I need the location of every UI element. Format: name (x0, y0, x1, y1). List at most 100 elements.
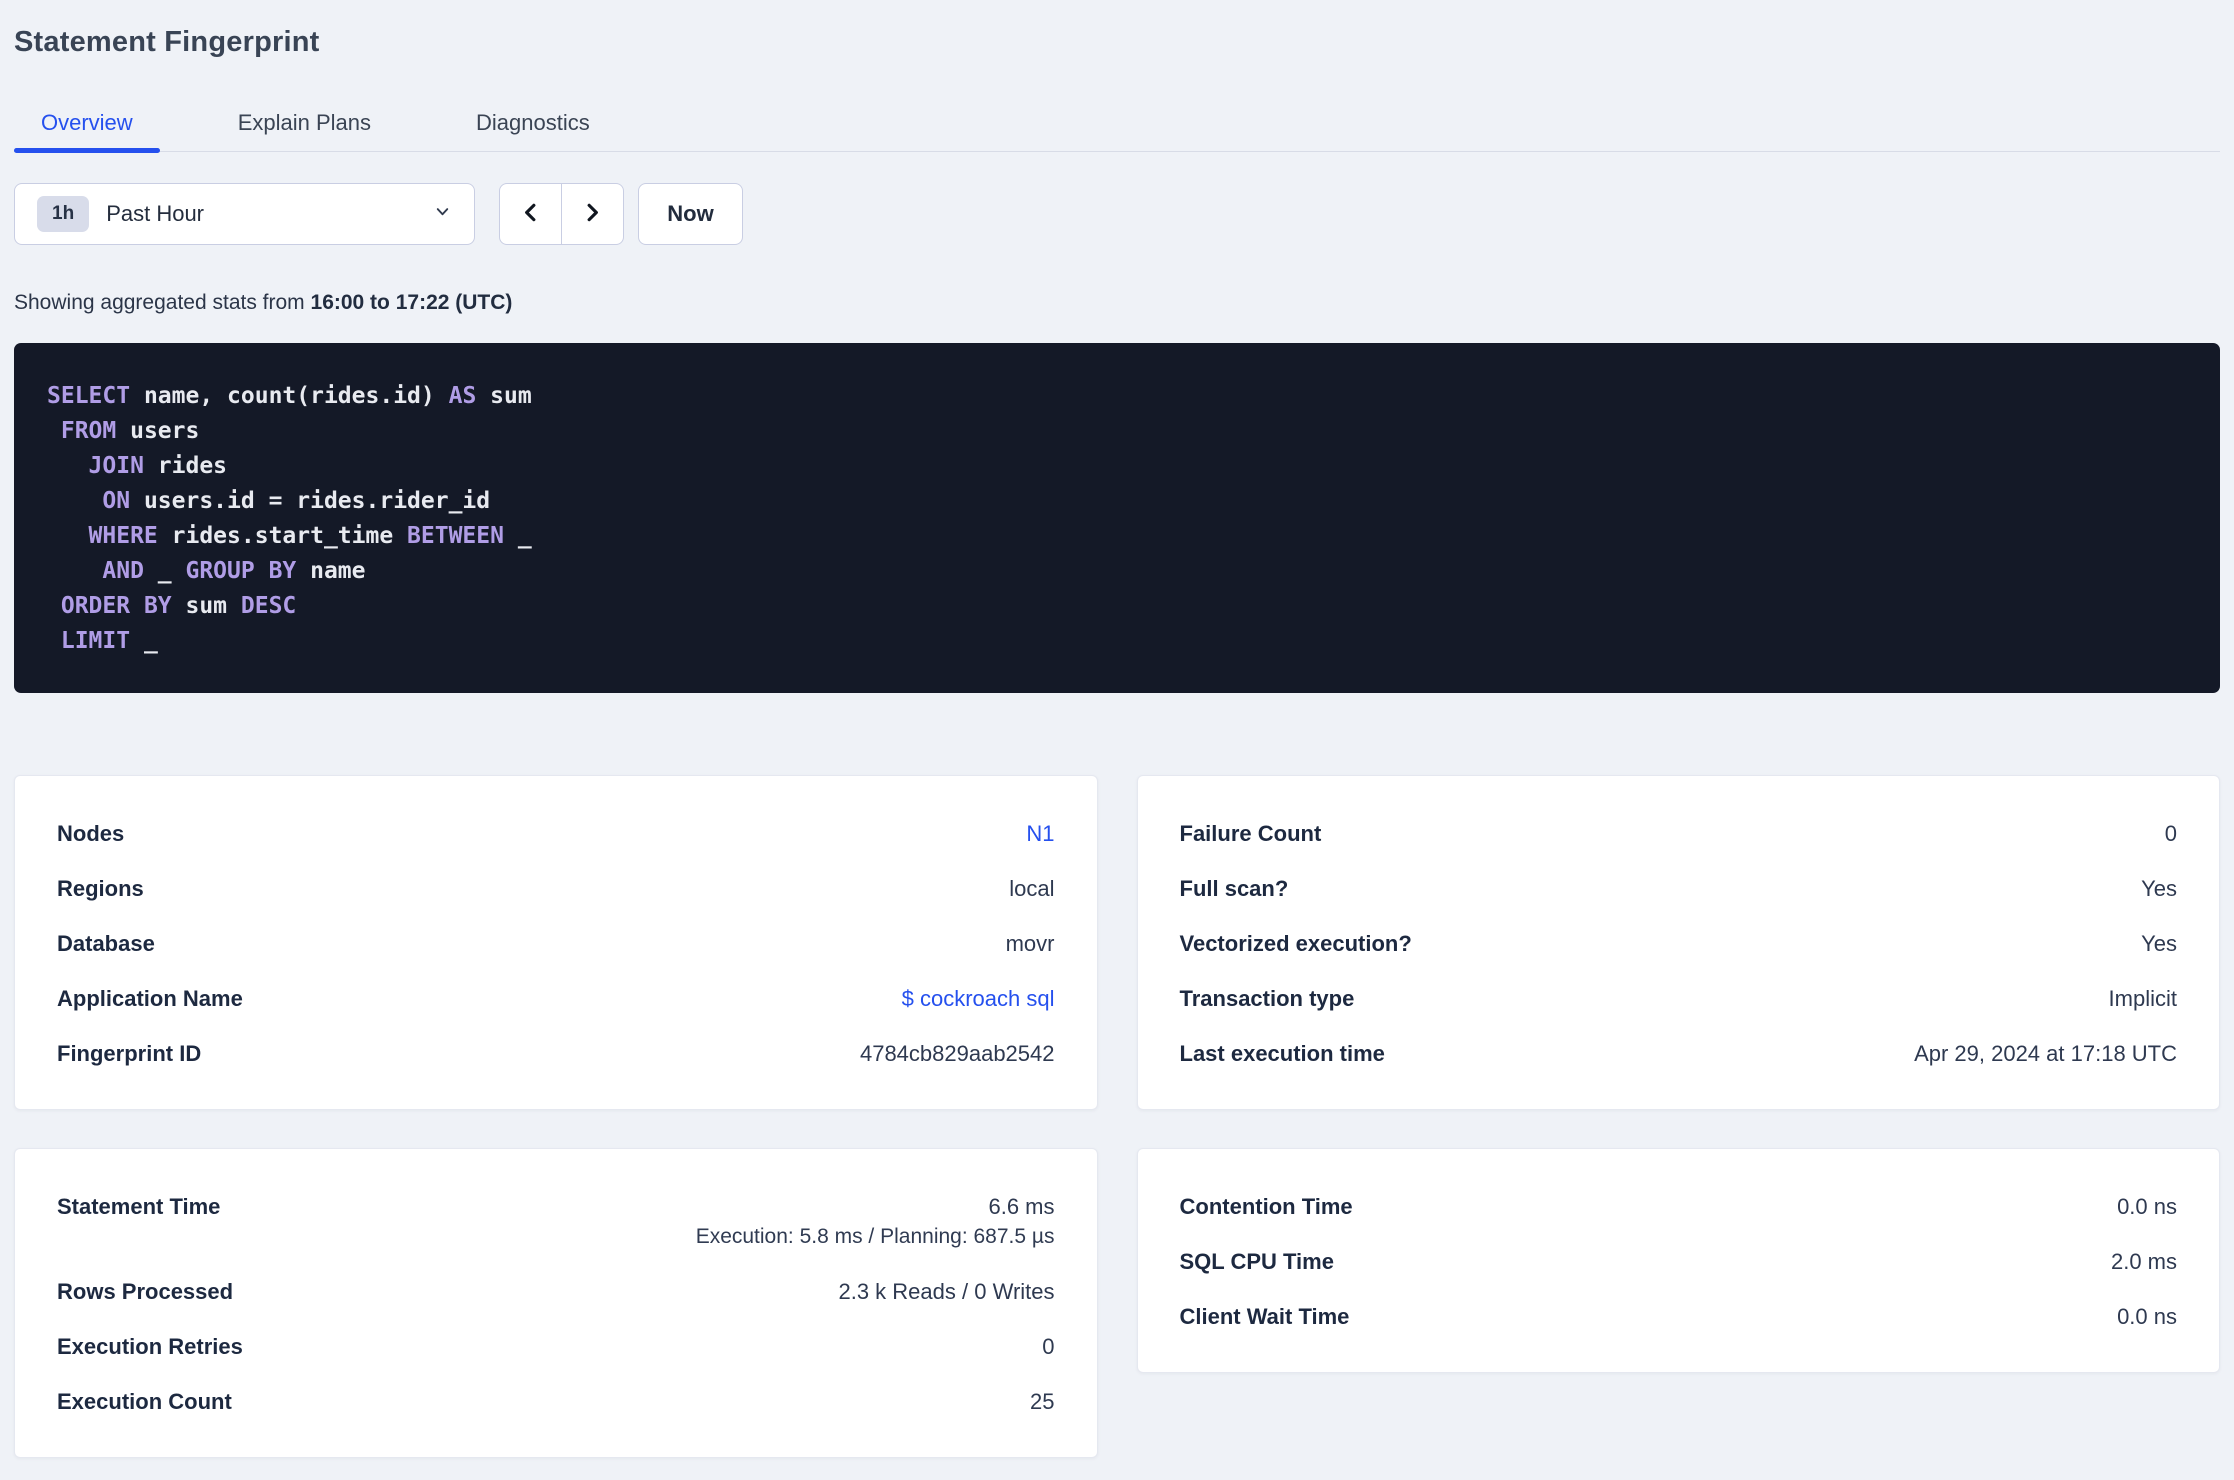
previous-interval-button[interactable] (500, 184, 562, 244)
sql-line: ON users.id = rides.rider_id (47, 484, 2187, 519)
tab-explain-plans[interactable]: Explain Plans (211, 95, 398, 151)
chevron-down-icon (433, 202, 452, 226)
sql-text: name, count(rides.id) (130, 383, 449, 409)
stat-value: 6.6 ms (988, 1194, 1055, 1219)
stat-value-link[interactable]: N1 (1026, 822, 1054, 845)
stat-label: Last execution time (1179, 1041, 1385, 1066)
stat-row: Failure Count 0 (1180, 822, 2178, 845)
stat-row: Application Name $ cockroach sql (57, 987, 1055, 1010)
stat-value: Yes (2141, 931, 2177, 956)
sql-keyword: FROM (60, 418, 117, 444)
stat-value: local (1009, 876, 1055, 901)
sql-text: rides.start_time (157, 523, 408, 549)
stat-value: 2.3 k Reads / 0 Writes (838, 1279, 1055, 1304)
sql-keyword: LIMIT (60, 628, 131, 654)
sql-text: _ (143, 558, 186, 584)
wait-times-card: Contention Time 0.0 ns SQL CPU Time 2.0 ms C… (1136, 1148, 2220, 1373)
time-controls: 1h Past Hour Now (14, 183, 2220, 245)
stat-value-group: 0 (1042, 1335, 1054, 1358)
stat-value-group: local (1009, 877, 1054, 900)
stat-row: Database movr (57, 932, 1055, 955)
stats-cards-grid: Nodes N1 Regions local Database movr Applicati… (14, 775, 2220, 1458)
stat-subvalue: Execution: 5.8 ms / Planning: 687.5 µs (695, 1225, 1055, 1248)
stat-row: Full scan? Yes (1180, 877, 2178, 900)
stat-label: Database (57, 931, 155, 956)
stat-value-group: 4784cb829aab2542 (860, 1042, 1055, 1065)
time-range-dropdown[interactable]: 1h Past Hour (14, 183, 475, 245)
interval-badge: 1h (37, 196, 90, 232)
status-prefix: Showing aggregated stats from (14, 291, 311, 314)
tab-bar: Overview Explain Plans Diagnostics (14, 95, 2220, 153)
stat-label: Failure Count (1179, 821, 1322, 846)
sql-text: name (296, 558, 366, 584)
stat-value-group: 2.0 ms (2111, 1250, 2177, 1273)
sql-line: LIMIT _ (47, 624, 2187, 659)
stat-value-group: 6.6 ms Execution: 5.8 ms / Planning: 687.… (696, 1195, 1055, 1248)
stat-label: Execution Count (57, 1389, 232, 1414)
aggregated-stats-status: Showing aggregated stats from 16:00 to 1… (14, 290, 2220, 316)
time-step-button-group (499, 183, 624, 245)
stat-row: Contention Time 0.0 ns (1180, 1195, 2178, 1218)
sql-text: users (116, 418, 200, 444)
stat-row: Execution Retries 0 (57, 1335, 1055, 1358)
sql-text: _ (503, 523, 532, 549)
stat-value-group: N1 (1026, 822, 1054, 845)
stat-value-group: 0 (2165, 822, 2177, 845)
stat-row: SQL CPU Time 2.0 ms (1180, 1250, 2178, 1273)
status-time-range: 16:00 to 17:22 (UTC) (310, 291, 513, 314)
sql-keyword: ORDER BY (60, 593, 172, 619)
time-range-label: Past Hour (106, 201, 205, 226)
sql-keyword: BETWEEN (407, 523, 504, 549)
stat-row: Execution Count 25 (57, 1390, 1055, 1413)
stat-row: Vectorized execution? Yes (1180, 932, 2178, 955)
stat-value-link[interactable]: $ cockroach sql (902, 987, 1055, 1010)
stat-value-group: $ cockroach sql (902, 987, 1055, 1010)
execution-attributes-card: Failure Count 0 Full scan? Yes Vectorized ex… (1136, 775, 2220, 1110)
stat-label: Statement Time (57, 1194, 221, 1219)
stat-row: Last execution time Apr 29, 2024 at 17:18… (1180, 1042, 2178, 1065)
stat-row: Statement Time 6.6 ms Execution: 5.8 ms / … (57, 1195, 1055, 1248)
stat-value: 25 (1030, 1389, 1055, 1414)
stat-value-group: Apr 29, 2024 at 17:18 UTC (1914, 1042, 2177, 1065)
stat-label: Rows Processed (57, 1279, 234, 1304)
stat-value-group: 25 (1030, 1390, 1054, 1413)
stat-value: 0 (2164, 821, 2177, 846)
stat-row: Transaction type Implicit (1180, 987, 2178, 1010)
sql-keyword: JOIN (88, 453, 144, 479)
stat-value-group: 0.0 ns (2117, 1305, 2177, 1328)
tab-overview[interactable]: Overview (14, 95, 160, 153)
sql-line: JOIN rides (47, 449, 2187, 484)
stat-value: 0.0 ns (2117, 1304, 2177, 1329)
stat-label: Nodes (57, 821, 125, 846)
stat-row: Nodes N1 (57, 822, 1055, 845)
sql-text: sum (476, 383, 532, 409)
sql-line: SELECT name, count(rides.id) AS sum (47, 379, 2187, 414)
stat-label: Regions (57, 876, 144, 901)
sql-text: users.id = rides.rider_id (130, 488, 491, 514)
stat-value-group: 0.0 ns (2117, 1195, 2177, 1218)
statement-details-card: Nodes N1 Regions local Database movr Applicati… (14, 775, 1098, 1110)
stat-label: Fingerprint ID (57, 1041, 202, 1066)
statement-fingerprint-page: Statement Fingerprint Overview Explain P… (0, 22, 2234, 1458)
tab-diagnostics[interactable]: Diagnostics (449, 95, 617, 151)
chevron-right-icon (581, 201, 604, 227)
sql-text: _ (130, 628, 158, 654)
sql-line: WHERE rides.start_time BETWEEN _ (47, 519, 2187, 554)
now-button[interactable]: Now (638, 183, 743, 245)
sql-keyword: ON (102, 488, 131, 514)
stat-value: Yes (2141, 876, 2177, 901)
next-interval-button[interactable] (562, 184, 623, 244)
sql-keyword: WHERE (88, 523, 158, 549)
stat-label: Full scan? (1179, 876, 1289, 901)
stat-row: Regions local (57, 877, 1055, 900)
sql-keyword: AS (448, 383, 477, 409)
stat-label: Vectorized execution? (1179, 931, 1412, 956)
chevron-left-icon (519, 201, 542, 227)
stat-value: Implicit (2108, 986, 2177, 1011)
